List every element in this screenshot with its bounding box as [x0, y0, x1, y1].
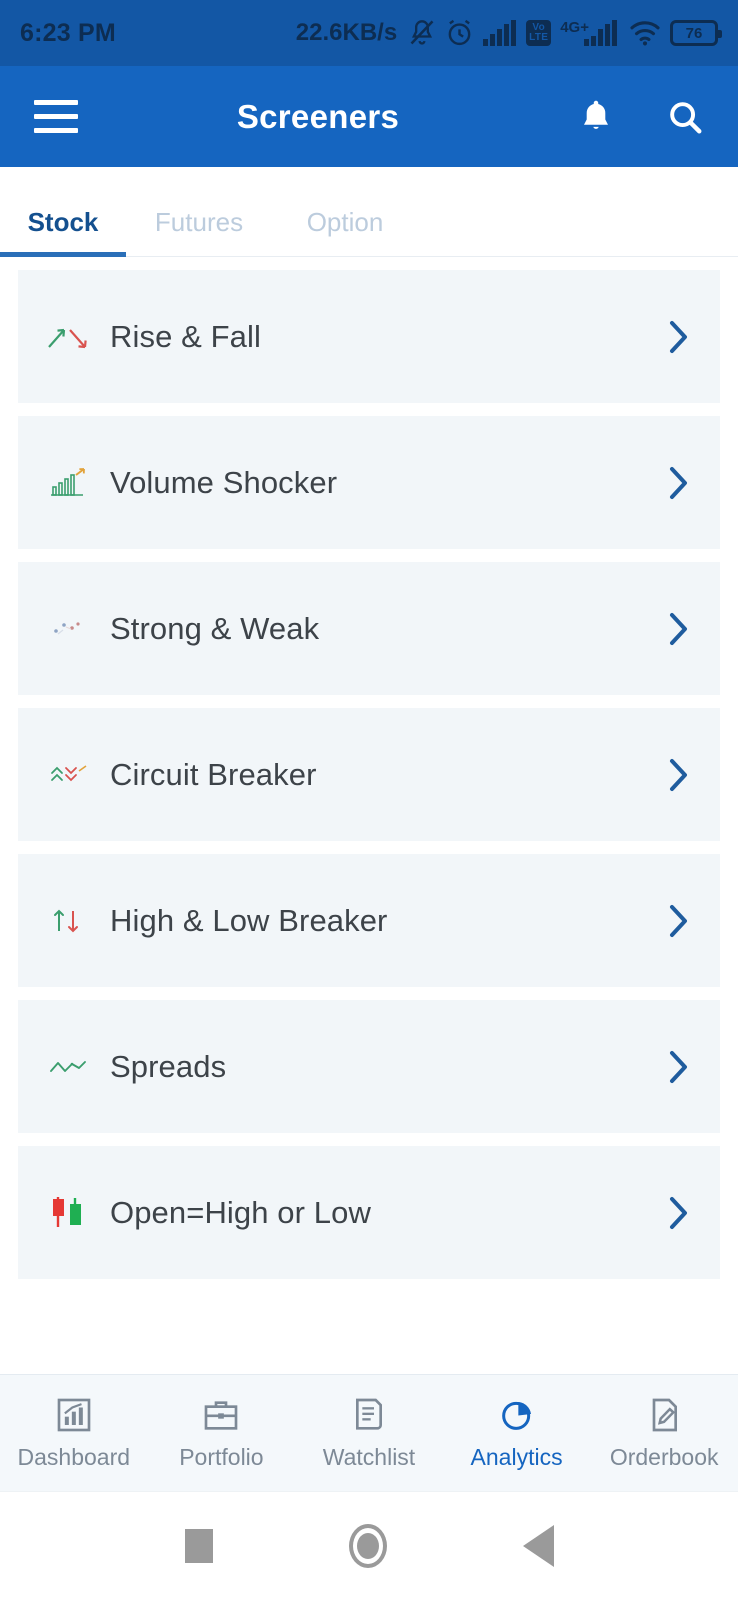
tab-option[interactable]: Option [272, 207, 418, 256]
nav-label: Analytics [470, 1444, 563, 1470]
screener-tabs: Stock Futures Option [0, 167, 738, 257]
status-bar: 6:23 PM 22.6KB/s Vo LTE 4G+ 76 [0, 0, 738, 66]
scatter-dots-icon [40, 611, 96, 647]
chevron-right-icon[interactable] [664, 318, 694, 356]
chevron-right-icon[interactable] [664, 1194, 694, 1232]
app-bar: Screeners [0, 66, 738, 167]
alarm-clock-icon [445, 18, 474, 48]
nav-item-orderbook[interactable]: Orderbook [590, 1395, 738, 1471]
nav-item-watchlist[interactable]: Watchlist [295, 1395, 443, 1471]
android-navigation-bar [0, 1491, 738, 1600]
page-title: Screeners [236, 97, 400, 135]
wifi-icon [629, 20, 661, 46]
bar-chart-icon [40, 465, 96, 501]
screener-label: Open=High or Low [110, 1194, 371, 1230]
volte-icon: Vo LTE [526, 20, 552, 46]
nav-item-dashboard[interactable]: Dashboard [0, 1395, 148, 1471]
chevron-right-icon[interactable] [664, 464, 694, 502]
chevron-right-icon[interactable] [664, 902, 694, 940]
network-speed-text: 22.6KB/s [295, 19, 398, 46]
app-bar-actions [578, 97, 704, 137]
screener-label: Rise & Fall [110, 318, 261, 354]
phone-screen: 6:23 PM 22.6KB/s Vo LTE 4G+ 76 Screeners… [0, 0, 738, 1600]
screener-label: Circuit Breaker [110, 756, 317, 792]
triangle-back-icon[interactable] [522, 1525, 554, 1567]
nav-label: Portfolio [179, 1444, 264, 1470]
screener-label: Strong & Weak [110, 610, 320, 646]
list-document-icon [349, 1395, 389, 1435]
circle-home-icon[interactable] [348, 1524, 387, 1568]
nav-label: Orderbook [609, 1444, 719, 1470]
screener-row-high-low-breaker[interactable]: High & Low Breaker [18, 854, 720, 987]
search-icon[interactable] [666, 97, 704, 137]
screener-row-volume-shocker[interactable]: Volume Shocker [18, 416, 720, 549]
screener-label: Spreads [110, 1048, 227, 1084]
battery-icon: 76 [670, 20, 722, 46]
up-down-arrows-icon [40, 903, 96, 939]
chevron-right-icon[interactable] [664, 1048, 694, 1086]
dashboard-chart-icon [54, 1395, 94, 1435]
bottom-navigation: Dashboard Portfolio Watchlist Analytics [0, 1374, 738, 1491]
bell-muted-icon [408, 18, 436, 48]
nav-label: Dashboard [17, 1444, 131, 1470]
status-icons: 22.6KB/s Vo LTE 4G+ 76 [295, 18, 722, 48]
tab-futures[interactable]: Futures [126, 207, 272, 256]
screener-row-spreads[interactable]: Spreads [18, 1000, 720, 1133]
battery-level-text: 76 [685, 24, 703, 42]
candlestick-icon [40, 1191, 96, 1235]
line-chart-icon [40, 1049, 96, 1085]
nav-item-analytics[interactable]: Analytics [443, 1395, 591, 1471]
nav-label: Watchlist [322, 1444, 416, 1470]
screener-row-rise-fall[interactable]: Rise & Fall [18, 270, 720, 403]
bell-icon[interactable] [578, 97, 614, 137]
double-chevron-up-down-icon [40, 757, 96, 793]
status-time: 6:23 PM [20, 18, 116, 47]
screener-row-circuit-breaker[interactable]: Circuit Breaker [18, 708, 720, 841]
screener-row-strong-weak[interactable]: Strong & Weak [18, 562, 720, 695]
signal-bars-icon [483, 20, 517, 46]
briefcase-icon [201, 1395, 241, 1435]
screener-row-open-high-low[interactable]: Open=High or Low [18, 1146, 720, 1279]
tab-stock[interactable]: Stock [0, 207, 126, 257]
screener-label: Volume Shocker [110, 464, 338, 500]
signal-bars-2-icon [584, 20, 620, 46]
pie-chart-icon [497, 1395, 537, 1435]
chevron-right-icon[interactable] [664, 756, 694, 794]
network-generation-label: 4G+ [560, 18, 589, 36]
screener-list: Rise & Fall Volume Shocker Strong & Weak… [0, 257, 738, 1374]
screener-label: High & Low Breaker [110, 902, 388, 938]
chevron-right-icon[interactable] [664, 610, 694, 648]
square-recents-icon[interactable] [184, 1529, 213, 1563]
edit-document-icon [644, 1395, 684, 1435]
arrow-up-down-icon [40, 319, 96, 355]
nav-item-portfolio[interactable]: Portfolio [148, 1395, 296, 1471]
